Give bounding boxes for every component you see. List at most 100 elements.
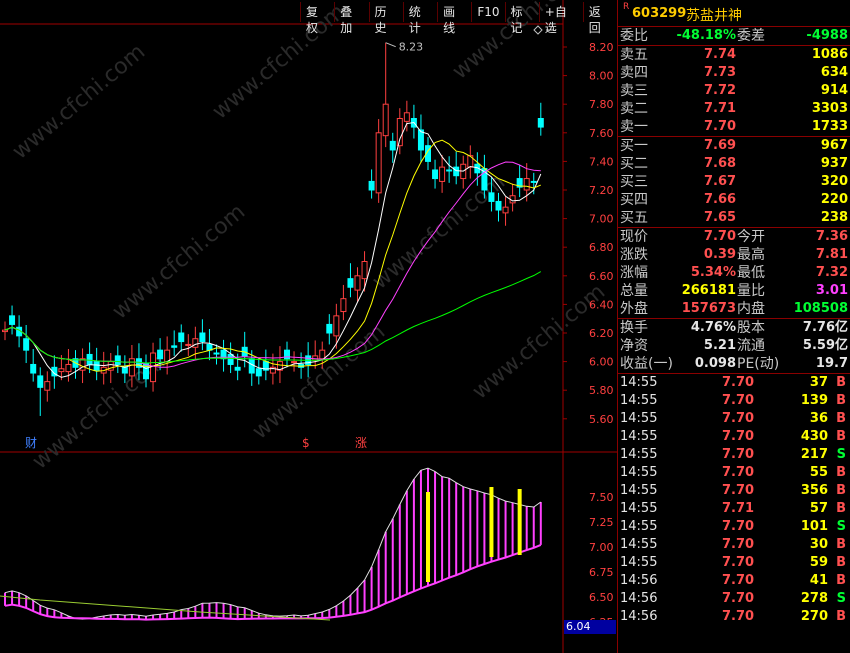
toolbar-button-add-watchlist[interactable]: +自选 xyxy=(538,2,583,35)
event-marker: $ xyxy=(302,436,310,450)
tick-row[interactable]: 14:56 7.70 41 B xyxy=(618,572,850,590)
level-price: 7.73 xyxy=(704,65,737,80)
ask-row[interactable]: 卖四 7.73 634 xyxy=(618,64,850,82)
level-price: 7.68 xyxy=(704,156,737,171)
kline-chart-area[interactable]: www.cfchi.com www.cfchi.com www.cfchi.com w… xyxy=(0,0,617,653)
bid-row[interactable]: 买五 7.65 238 xyxy=(618,209,850,227)
signal-bar xyxy=(517,489,522,555)
level-volume: 1733 xyxy=(811,119,848,134)
tick-direction: B xyxy=(836,393,846,408)
candle-body xyxy=(432,169,439,180)
tick-list[interactable]: 14:55 7.70 37 B 14:55 7.70 139 B 14:55 7.70 36 B 14:… xyxy=(618,374,850,626)
weicha-value: -4988 xyxy=(806,28,848,43)
bid-row[interactable]: 买三 7.67 320 xyxy=(618,173,850,191)
tick-direction: B xyxy=(836,411,846,426)
tick-time: 14:56 xyxy=(620,609,658,624)
candle-body xyxy=(417,129,424,151)
tick-time: 14:55 xyxy=(620,393,658,408)
tick-volume: 356 xyxy=(800,483,828,498)
tick-price: 7.70 xyxy=(722,555,755,570)
bid-row[interactable]: 买四 7.66 220 xyxy=(618,191,850,209)
tick-row[interactable]: 14:55 7.70 37 B xyxy=(618,374,850,392)
candle-body xyxy=(382,103,389,137)
quote-value: 7.32 xyxy=(815,265,848,280)
level-label: 卖二 xyxy=(620,101,648,117)
tick-price: 7.70 xyxy=(722,591,755,606)
candle-body xyxy=(333,315,340,337)
ask-row[interactable]: 卖二 7.71 3303 xyxy=(618,100,850,118)
tick-row[interactable]: 14:55 7.70 356 B xyxy=(618,482,850,500)
candle-body xyxy=(319,349,326,360)
tick-row[interactable]: 14:55 7.70 30 B xyxy=(618,536,850,554)
tick-row[interactable]: 14:55 7.70 217 S xyxy=(618,446,850,464)
toolbar-button-huaxian[interactable]: 画线 xyxy=(437,2,471,35)
tick-row[interactable]: 14:55 7.70 55 B xyxy=(618,464,850,482)
tick-direction: B xyxy=(836,483,846,498)
weibi-row: 委比 -48.18% 委差 -4988 xyxy=(618,27,850,46)
toolbar-button-biaoji[interactable]: 标记 xyxy=(504,2,539,35)
candle-body xyxy=(93,361,100,371)
toolbar-button-fuquan[interactable]: 复权 xyxy=(300,2,334,35)
quote-panel: R 603299 苏盐井神 委比 -48.18% 委差 -4988 卖五 7.74… xyxy=(617,0,850,653)
candle-body xyxy=(403,112,410,122)
level-label: 买二 xyxy=(620,156,648,172)
tick-row[interactable]: 14:55 7.70 101 S xyxy=(618,518,850,536)
tick-row[interactable]: 14:56 7.70 278 S xyxy=(618,590,850,608)
moving-average-line xyxy=(4,271,542,364)
toolbar-button-diejia[interactable]: 叠加 xyxy=(334,2,368,35)
level-label: 卖一 xyxy=(620,119,648,135)
price-tick-label: 6.20 xyxy=(589,327,614,340)
level-volume: 914 xyxy=(820,83,848,98)
toolbar-button-back[interactable]: 返回 xyxy=(582,2,617,35)
finance-row: 换手 4.76% 股本 7.76亿 xyxy=(618,319,850,337)
level-label: 卖四 xyxy=(620,65,648,81)
tick-time: 14:55 xyxy=(620,537,658,552)
stock-code[interactable]: 603299 xyxy=(632,6,686,21)
level-label: 卖三 xyxy=(620,83,648,99)
price-tick-label: 7.60 xyxy=(589,127,614,140)
candle-body xyxy=(199,332,206,343)
bid-row[interactable]: 买二 7.68 937 xyxy=(618,155,850,173)
price-tick-label: 7.00 xyxy=(589,213,614,226)
indicator-value-badge: 6.04 xyxy=(564,620,616,634)
tick-row[interactable]: 14:55 7.70 36 B xyxy=(618,410,850,428)
stock-name[interactable]: 苏盐井神 xyxy=(686,5,742,25)
quote-value: 0.39 xyxy=(703,247,736,262)
tick-volume: 278 xyxy=(800,591,828,606)
tick-price: 7.70 xyxy=(722,447,755,462)
tick-price: 7.70 xyxy=(722,483,755,498)
kline-chart[interactable]: www.cfchi.com www.cfchi.com www.cfchi.comw… xyxy=(0,0,617,653)
tick-volume: 30 xyxy=(809,537,828,552)
tick-row[interactable]: 14:55 7.70 59 B xyxy=(618,554,850,572)
tick-price: 7.70 xyxy=(722,537,755,552)
level-volume: 1086 xyxy=(811,47,848,62)
tick-row[interactable]: 14:56 7.70 270 B xyxy=(618,608,850,626)
level-price: 7.70 xyxy=(704,119,737,134)
tick-direction: S xyxy=(836,447,846,462)
candle-body xyxy=(368,180,375,191)
level-volume: 634 xyxy=(820,65,848,80)
ask-row[interactable]: 卖三 7.72 914 xyxy=(618,82,850,100)
ask-row[interactable]: 卖五 7.74 1086 xyxy=(618,46,850,64)
price-tick-label: 7.20 xyxy=(589,184,614,197)
quote-label: 量比 xyxy=(737,283,765,299)
candle-body xyxy=(114,355,121,365)
finance-label: 股本 xyxy=(737,320,765,336)
toolbar-button-tongji[interactable]: 统计 xyxy=(402,2,437,35)
candle-body xyxy=(128,358,135,377)
quote-label: 总量 xyxy=(620,283,648,299)
bid-row[interactable]: 买一 7.69 967 xyxy=(618,137,850,155)
tick-volume: 36 xyxy=(809,411,828,426)
tick-direction: B xyxy=(836,609,846,624)
candle-body xyxy=(354,275,361,291)
tick-direction: B xyxy=(836,501,846,516)
event-marker: 涨 xyxy=(355,435,367,450)
ask-row[interactable]: 卖一 7.70 1733 xyxy=(618,118,850,136)
tick-row[interactable]: 14:55 7.70 430 B xyxy=(618,428,850,446)
indicator-tick-label: 7.25 xyxy=(589,516,614,529)
tick-row[interactable]: 14:55 7.71 57 B xyxy=(618,500,850,518)
tick-row[interactable]: 14:55 7.70 139 B xyxy=(618,392,850,410)
toolbar-button-lishi[interactable]: 历史 xyxy=(368,2,403,35)
candle-body xyxy=(396,118,403,147)
toolbar-button-f10[interactable]: F10 xyxy=(471,2,504,22)
